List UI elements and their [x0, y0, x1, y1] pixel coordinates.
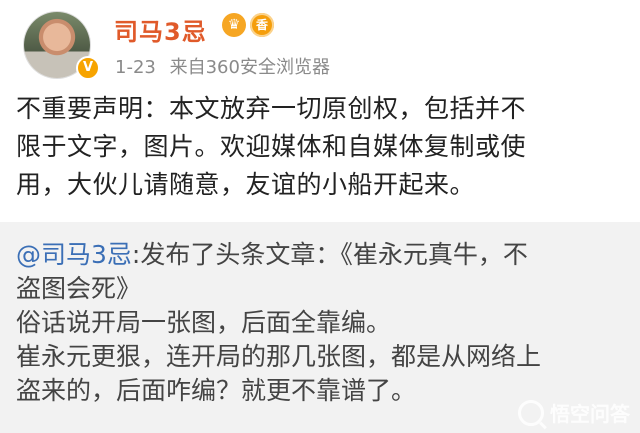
- watermark-text: 悟空问答: [550, 402, 630, 426]
- username-link[interactable]: 司马3忌: [114, 12, 207, 47]
- crown-icon: ♛: [222, 13, 246, 37]
- watermark: 悟空问答: [518, 398, 630, 427]
- post-meta: 1-23 来自360安全浏览器: [115, 53, 338, 79]
- post-date[interactable]: 1-23: [115, 57, 156, 78]
- quoted-post-text: @司马3忌:发布了头条文章：《崔永元真牛，不 盗图会死》 俗话说开局一张图，后面…: [16, 238, 628, 408]
- quoted-body-text: 俗话说开局一张图，后面全靠编。 崔永元更狠，连开局的那几张图，都是从网络上 盗来…: [16, 308, 542, 405]
- quoted-mention-link[interactable]: @司马3忌: [16, 240, 132, 269]
- post-header: V 司马3忌 ♛ 香 1-23 来自360安全浏览器: [0, 0, 640, 88]
- post-body-text: 不重要声明：本文放弃一切原创权，包括并不 限于文字，图片。欢迎媒体和自媒体复制或…: [16, 94, 527, 199]
- verified-badge-icon: V: [76, 56, 100, 80]
- search-logo-icon: [518, 399, 544, 426]
- member-badge-icon: 香: [250, 13, 274, 37]
- post-source: 来自360安全浏览器: [169, 57, 330, 78]
